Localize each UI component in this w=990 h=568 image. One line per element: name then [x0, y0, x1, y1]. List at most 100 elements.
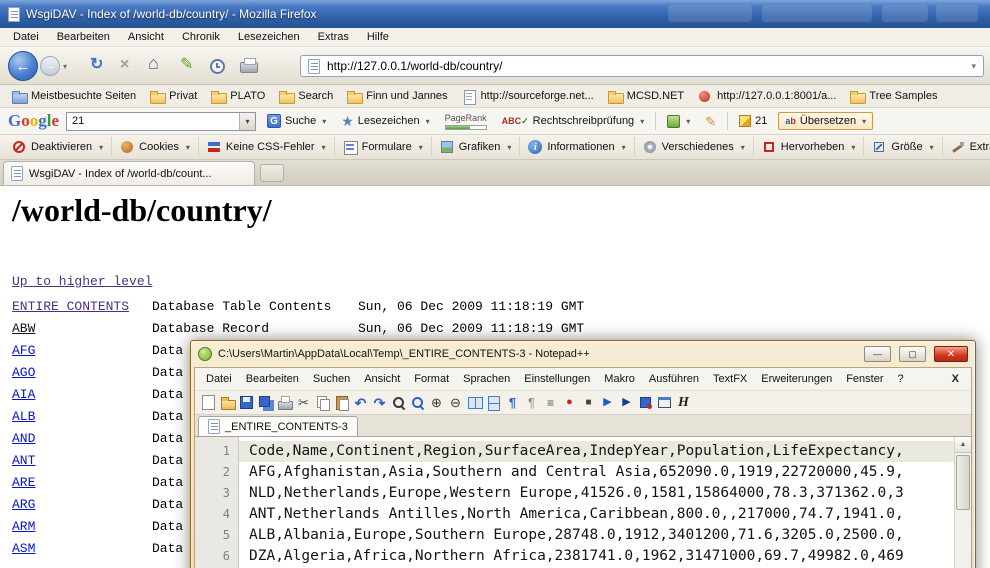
notepadpp-menu-item[interactable]: Format [407, 370, 456, 388]
save-macro-icon[interactable] [637, 394, 654, 411]
show-symbols-icon[interactable]: ¶ [523, 394, 540, 411]
new-file-icon[interactable] [200, 394, 217, 411]
run-macro-icon[interactable]: ▶ [618, 394, 635, 411]
custom-button[interactable] [663, 113, 694, 130]
notepadpp-menu-item[interactable]: Bearbeiten [239, 370, 306, 388]
entry-link[interactable]: AND [12, 428, 152, 450]
notepadpp-menu-item[interactable]: TextFX [706, 370, 754, 388]
maximize-button[interactable]: ▢ [899, 346, 926, 362]
tab-wsgidav[interactable]: WsgiDAV - Index of /world-db/count... [3, 161, 255, 185]
copy-icon[interactable] [314, 394, 331, 411]
firefox-menu-item[interactable]: Lesezeichen [229, 29, 309, 45]
close-button[interactable]: ✕ [934, 346, 968, 362]
pagerank-widget[interactable]: PageRank [441, 113, 491, 130]
notepadpp-menu-item[interactable]: Makro [597, 370, 642, 388]
bookmark-item[interactable]: MCSD.NET [602, 88, 690, 105]
undo-icon[interactable]: ↶ [352, 394, 369, 411]
entry-link[interactable]: ARE [12, 472, 152, 494]
replace-icon[interactable] [409, 394, 426, 411]
google-bookmarks-button[interactable]: ★ Lesezeichen [337, 112, 433, 130]
notepadpp-menu-item[interactable]: Datei [199, 370, 239, 388]
webdev-item[interactable]: Grafiken [432, 137, 521, 157]
redo-icon[interactable]: ↷ [371, 394, 388, 411]
history-dropdown-icon[interactable]: ▾ [63, 62, 67, 71]
notepadpp-menu-item[interactable]: Suchen [306, 370, 357, 388]
notepadpp-menu-item[interactable]: Fenster [839, 370, 890, 388]
bookmark-item[interactable]: Finn und Jannes [341, 88, 453, 105]
indent-guide-icon[interactable]: ≡ [542, 394, 559, 411]
webdev-item[interactable]: Extras [943, 137, 990, 157]
entry-link[interactable]: AIA [12, 384, 152, 406]
notepadpp-menu-item[interactable]: Ansicht [357, 370, 407, 388]
notepadpp-titlebar[interactable]: C:\Users\Martin\AppData\Local\Temp\_ENTI… [191, 341, 975, 367]
webdev-item[interactable]: Größe [864, 137, 942, 157]
webdev-item[interactable]: Cookies [112, 137, 199, 157]
firefox-menu-item[interactable]: Chronik [173, 29, 229, 45]
cut-icon[interactable]: ✂ [295, 394, 312, 411]
entry-link[interactable]: AGO [12, 362, 152, 384]
notepadpp-menu-item[interactable]: Sprachen [456, 370, 517, 388]
save-all-icon[interactable] [257, 394, 274, 411]
word-wrap-icon[interactable]: ¶ [504, 394, 521, 411]
entry-link[interactable]: ARG [12, 494, 152, 516]
play-macro-icon[interactable]: ▶ [599, 394, 616, 411]
home-button[interactable]: ⌂ [148, 54, 159, 72]
autofill-button[interactable]: ✎ [701, 113, 720, 130]
document-tab[interactable]: _ENTIRE_CONTENTS-3 [198, 416, 358, 436]
sync-horizontal-icon[interactable] [485, 394, 502, 411]
google-search-button[interactable]: G Suche [263, 112, 330, 130]
entry-link[interactable]: AFG [12, 340, 152, 362]
new-tab-button[interactable] [260, 164, 284, 182]
back-button[interactable]: ← [8, 51, 38, 81]
stop-record-icon[interactable]: ■ [580, 394, 597, 411]
zoom-in-icon[interactable]: ⊕ [428, 394, 445, 411]
firefox-titlebar[interactable]: WsgiDAV - Index of /world-db/country/ - … [0, 0, 990, 28]
entry-link[interactable]: ENTIRE CONTENTS [12, 296, 152, 318]
webdev-item[interactable]: Verschiedenes [635, 137, 754, 157]
scroll-up-icon[interactable]: ▲ [955, 437, 971, 453]
entry-link[interactable]: ANT [12, 450, 152, 472]
webdev-item[interactable]: Informationen [520, 137, 634, 157]
print-icon[interactable] [276, 394, 293, 411]
webdev-item[interactable]: Formulare [335, 137, 432, 157]
webdev-item[interactable]: Deaktivieren [4, 137, 112, 157]
url-bar[interactable]: http://127.0.0.1/world-db/country/ ▾ [300, 55, 984, 77]
url-dropdown-icon[interactable]: ▾ [971, 61, 976, 72]
notepadpp-menu-item[interactable]: Ausführen [642, 370, 706, 388]
paste-icon[interactable] [333, 394, 350, 411]
google-search-box[interactable]: 21 ▾ [66, 112, 256, 131]
notepadpp-menu-item[interactable]: Einstellungen [517, 370, 597, 388]
translate-button[interactable]: ab Übersetzen [778, 112, 873, 130]
sync-vertical-icon[interactable] [466, 394, 483, 411]
editor-scrollbar[interactable]: ▲ [954, 437, 971, 568]
firefox-menu-item[interactable]: Hilfe [358, 29, 398, 45]
reload-button[interactable]: ↻ [90, 56, 103, 74]
bookmark-item[interactable]: http://127.0.0.1:8001/a... [692, 88, 842, 105]
open-file-icon[interactable] [219, 394, 236, 411]
zoom-out-icon[interactable]: ⊖ [447, 394, 464, 411]
spellcheck-button[interactable]: ABC✓ Rechtschreibprüfung [498, 113, 649, 129]
menubar-close-x[interactable]: X [952, 373, 967, 385]
notepadpp-menu-item[interactable]: ? [890, 370, 910, 388]
bookmark-item[interactable]: Tree Samples [844, 88, 943, 105]
up-to-higher-level-link[interactable]: Up to higher level [12, 274, 152, 289]
firefox-menu-item[interactable]: Extras [309, 29, 358, 45]
notepadpp-menu-item[interactable]: Erweiterungen [754, 370, 839, 388]
bookmark-item[interactable]: Search [273, 88, 339, 105]
firefox-menu-item[interactable]: Datei [4, 29, 48, 45]
bookmark-item[interactable]: PLATO [205, 88, 271, 105]
entry-link[interactable]: ABW [12, 318, 152, 340]
bookmark-item[interactable]: Privat [144, 88, 203, 105]
bookmark-item[interactable]: http://sourceforge.net... [456, 88, 600, 105]
save-icon[interactable] [238, 394, 255, 411]
minimize-button[interactable]: — [864, 346, 891, 362]
stop-button[interactable]: × [120, 56, 129, 74]
edit-pencil-icon[interactable]: ✎ [180, 56, 193, 74]
webdev-item[interactable]: Keine CSS-Fehler [199, 137, 335, 157]
bookmark-item[interactable]: Meistbesuchte Seiten [6, 88, 142, 105]
editor-area[interactable]: 1 Code,Name,Continent,Region,SurfaceArea… [195, 436, 971, 568]
highlight-count-button[interactable]: 21 [735, 113, 771, 129]
entry-link[interactable]: ALB [12, 406, 152, 428]
forward-button[interactable]: → [40, 56, 60, 76]
history-clock-icon[interactable] [210, 59, 225, 74]
